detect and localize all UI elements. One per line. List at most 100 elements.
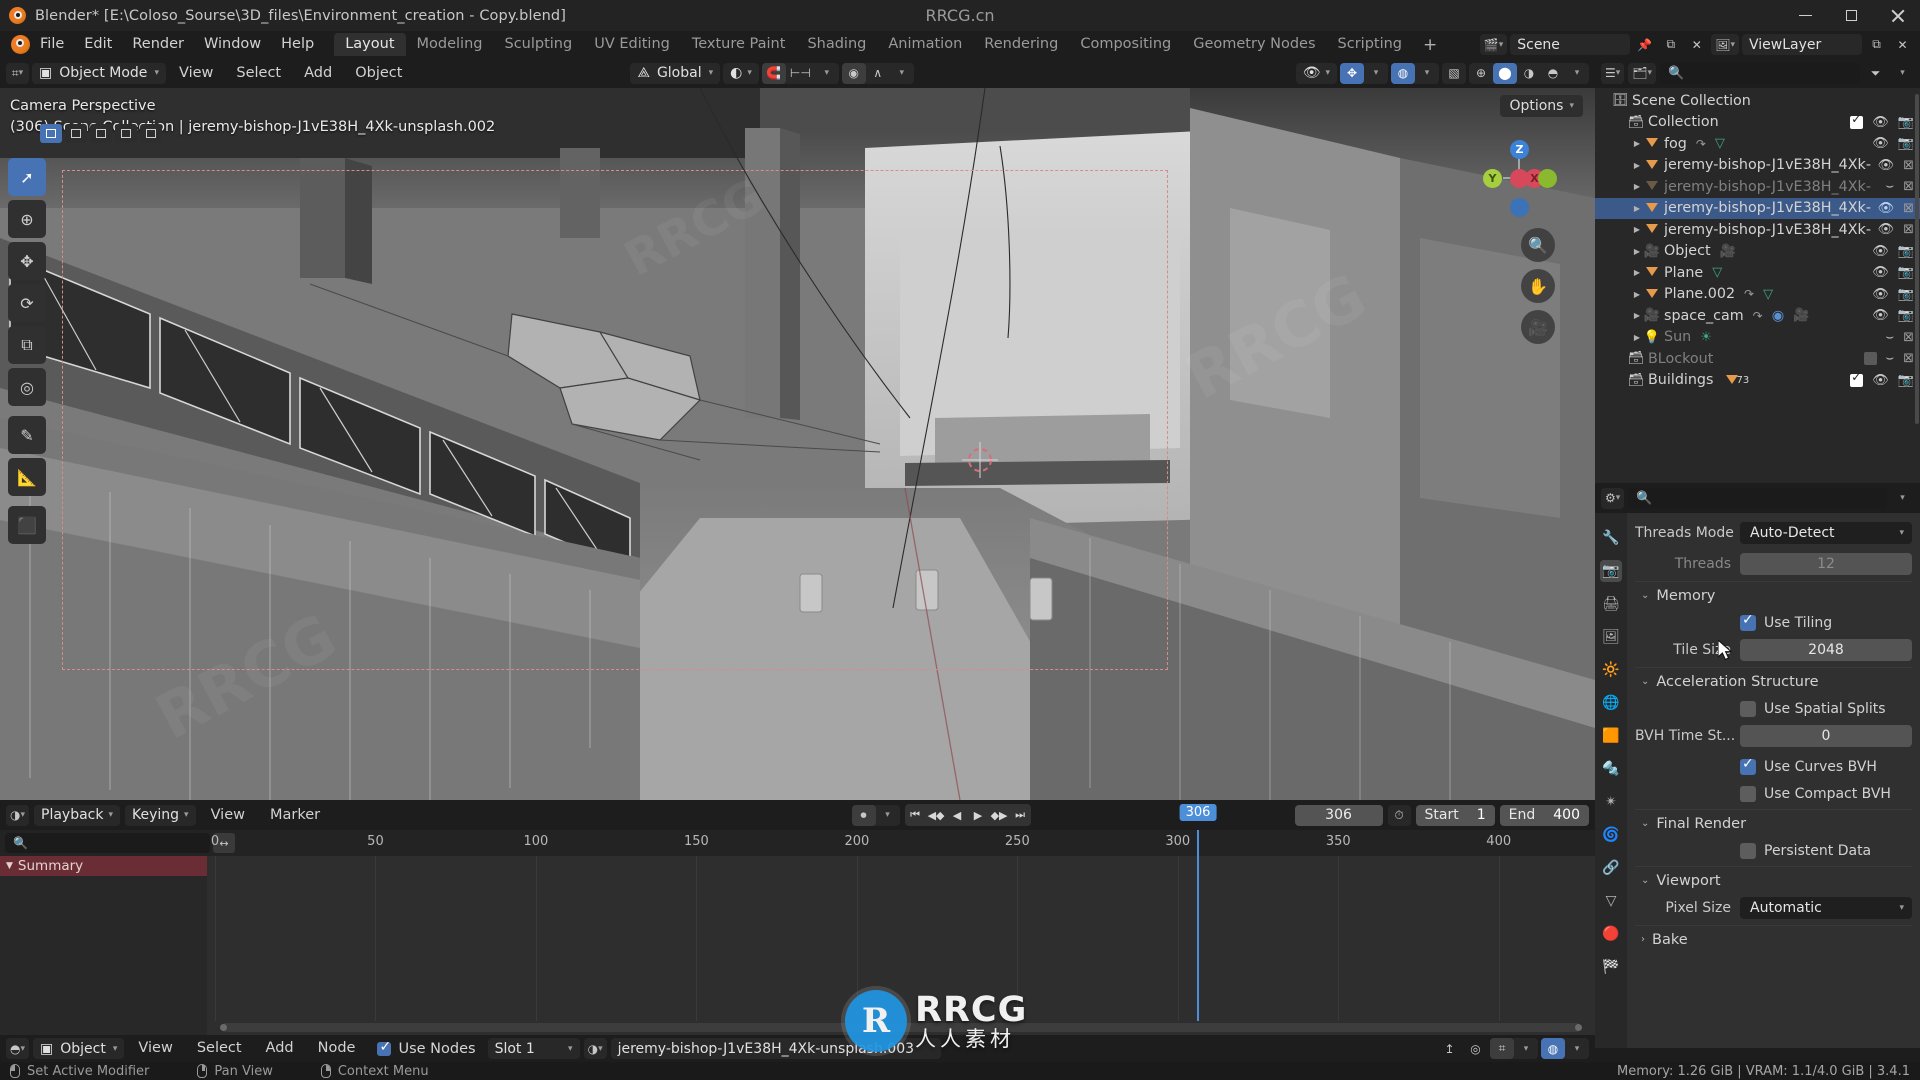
timeline-ruler[interactable]: 0 50 100 150 200 250 300 350 400: [211, 830, 1595, 856]
tool-annotate-icon[interactable]: ✎: [8, 416, 46, 454]
exclude-collection-checkbox[interactable]: [1850, 370, 1864, 387]
navigation-gizmo[interactable]: Z X Y: [1481, 140, 1557, 217]
show-in-viewport-icon[interactable]: 👁: [1872, 308, 1889, 323]
outliner-row[interactable]: ▶ jeremy-bishop-J1vE38H_4Xk- 👁 ⊠: [1595, 197, 1920, 219]
viewport-menu-select[interactable]: Select: [226, 60, 291, 87]
snap-options-chevron-icon[interactable]: ▾: [815, 63, 839, 84]
show-in-viewport-icon[interactable]: 👁: [1878, 158, 1895, 173]
show-in-viewport-icon[interactable]: 👁: [1872, 115, 1889, 130]
pin-scene-icon[interactable]: 📌: [1633, 34, 1656, 55]
tab-sculpting[interactable]: Sculpting: [493, 33, 583, 56]
3d-viewport[interactable]: ⌗ ▾ ▣ Object Mode ▾ View Select Add Objec…: [0, 58, 1595, 800]
exclude-collection-checkbox[interactable]: [1863, 352, 1877, 366]
editor-type-icon[interactable]: ⌗ ▾: [6, 62, 29, 84]
menu-help[interactable]: Help: [271, 31, 324, 58]
node-overlays-chevron-icon[interactable]: ▾: [1565, 1038, 1589, 1059]
tool-add-cube-icon[interactable]: ⬛: [8, 506, 46, 544]
select-extra-icon[interactable]: [140, 124, 162, 143]
disclosure-triangle-icon[interactable]: ▶: [1631, 333, 1643, 342]
outliner-row[interactable]: ▶ 💡 Sun ☀ ⌣ ⊠: [1595, 327, 1920, 349]
properties-editor[interactable]: ⚙ ▾ 🔍 ▾ 🔧 📷 🖨 🖼 🔆 🌐 🟧 🔩 ✴ 🌀 🔗 ▽ 🔴 🏁 Thre…: [1595, 483, 1920, 1048]
outliner-row[interactable]: ▶ Plane.002 ↷ ▽ 👁 📷: [1595, 284, 1920, 306]
outliner-row[interactable]: ▶ jeremy-bishop-J1vE38H_4Xk- 👁 ⊠: [1595, 219, 1920, 241]
keying-menu[interactable]: Keying ▾: [125, 804, 196, 826]
properties-editor-type-icon[interactable]: ⚙ ▾: [1601, 487, 1625, 509]
outliner-row[interactable]: ▶ 🎥 space_cam ↷ ◉ 🎥 👁 📷: [1595, 305, 1920, 327]
playback-menu[interactable]: Playback ▾: [34, 804, 121, 826]
ptab-tool-icon[interactable]: 🔧: [1600, 527, 1622, 549]
timeline-editor-type-icon[interactable]: ◑ ▾: [6, 804, 30, 826]
disable-in-renders-icon[interactable]: ⊠: [1903, 201, 1914, 216]
disable-in-renders-icon[interactable]: ⊠: [1903, 330, 1914, 345]
outliner-row[interactable]: ▶ fog ↷ ▽ 👁 📷: [1595, 133, 1920, 155]
solid-shading-icon[interactable]: ⬤: [1493, 62, 1517, 84]
outliner-editor-type-icon[interactable]: ☰ ▾: [1601, 62, 1625, 84]
show-in-viewport-icon[interactable]: 👁: [1872, 265, 1889, 280]
scene-name-field[interactable]: Scene: [1510, 34, 1631, 55]
disclosure-triangle-icon[interactable]: ▶: [1631, 139, 1643, 148]
timeline-editor[interactable]: ◑ ▾ Playback ▾ Keying ▾ View Marker ⏺ ▾ ⏮ ◀…: [0, 800, 1595, 1035]
new-scene-icon[interactable]: ⧉: [1659, 34, 1682, 55]
use-preview-range-icon[interactable]: ⏱: [1387, 804, 1411, 826]
disclosure-triangle-icon[interactable]: ▶: [1631, 290, 1643, 299]
viewport-menu-view[interactable]: View: [169, 60, 223, 87]
close-button[interactable]: [1874, 0, 1920, 31]
pan-hand-icon[interactable]: ✋: [1521, 269, 1555, 303]
tab-shading[interactable]: Shading: [796, 33, 877, 56]
ptab-texture-icon[interactable]: 🏁: [1600, 956, 1622, 978]
ptab-modifier-icon[interactable]: 🔩: [1600, 758, 1622, 780]
tool-move-icon[interactable]: ✥: [8, 242, 46, 280]
tab-geometry-nodes[interactable]: Geometry Nodes: [1182, 33, 1326, 56]
timeline-channel-list[interactable]: ▼ Summary: [0, 856, 207, 1035]
pivot-point-selector[interactable]: ◐ ▾: [723, 62, 759, 84]
show-in-renders-icon[interactable]: 📷: [1898, 265, 1914, 280]
outliner-tree[interactable]: 🗄Scene Collection🗃Collection👁📷▶fog↷▽👁📷▶j…: [1595, 88, 1920, 483]
viewport-options-button[interactable]: Options ▾: [1500, 95, 1583, 117]
ptab-world-icon[interactable]: 🌐: [1600, 692, 1622, 714]
outliner-row[interactable]: ▶ 🎥 Object 🎥 👁 📷: [1595, 241, 1920, 263]
show-in-renders-icon[interactable]: 📷: [1898, 373, 1914, 388]
timeline-playhead[interactable]: 306: [1179, 804, 1217, 1021]
visibility-selector[interactable]: 👁 ▾: [1295, 62, 1337, 84]
use-spatial-splits-checkbox[interactable]: [1740, 700, 1756, 717]
section-final-render[interactable]: ⌄ Final Render: [1635, 809, 1912, 837]
tool-tweak-icon[interactable]: ➚: [8, 158, 46, 196]
show-in-viewport-icon[interactable]: 👁: [1872, 136, 1889, 151]
shader-menu-node[interactable]: Node: [308, 1035, 366, 1062]
show-in-renders-icon[interactable]: 📷: [1898, 136, 1914, 151]
threads-value-field[interactable]: 12: [1740, 552, 1912, 575]
show-in-renders-icon[interactable]: 📷: [1898, 308, 1914, 323]
outliner-row[interactable]: 🗃Collection👁📷: [1595, 112, 1920, 134]
outliner-display-mode-icon[interactable]: 🗂 ▾: [1628, 62, 1657, 84]
section-memory[interactable]: ⌄ Memory: [1635, 581, 1912, 609]
gizmo-chevron-icon[interactable]: ▾: [1364, 63, 1388, 84]
show-in-renders-icon[interactable]: 📷: [1898, 287, 1914, 302]
delete-scene-icon[interactable]: ✕: [1685, 34, 1708, 55]
shader-menu-add[interactable]: Add: [256, 1035, 304, 1062]
bvh-time-steps-field[interactable]: 0: [1740, 724, 1912, 747]
viewlayer-name-field[interactable]: ViewLayer: [1742, 34, 1862, 55]
material-name-field[interactable]: jeremy-bishop-J1vE38H_4Xk-unsplash.003: [610, 1038, 941, 1059]
outliner-filter-chevron-icon[interactable]: ▾: [1891, 63, 1914, 84]
frame-start-field[interactable]: Start 1: [1415, 804, 1495, 826]
ptab-data-icon[interactable]: ▽: [1600, 890, 1622, 912]
viewport-menu-add[interactable]: Add: [294, 60, 342, 87]
show-in-viewport-icon[interactable]: 👁: [1872, 287, 1889, 302]
outliner-row[interactable]: ▶ jeremy-bishop-J1vE38H_4Xk- 👁 ⊠: [1595, 155, 1920, 177]
outliner-scrollbar[interactable]: [1915, 94, 1919, 424]
snap-to-increment-icon[interactable]: ⊢⊣: [786, 63, 815, 84]
tab-rendering[interactable]: Rendering: [973, 33, 1069, 56]
gizmo-axis-y[interactable]: Y: [1483, 169, 1502, 188]
tool-scale-icon[interactable]: ⧉: [8, 326, 46, 364]
shader-editor-type-icon[interactable]: ◓ ▾: [6, 1038, 30, 1059]
outliner-row[interactable]: 🗃Buildings73👁📷: [1595, 370, 1920, 392]
use-tiling-checkbox[interactable]: [1740, 612, 1756, 631]
properties-search-input[interactable]: 🔍: [1628, 487, 1887, 509]
properties-content[interactable]: Threads Mode Auto-Detect ▾ Threads 12 ⌄ …: [1627, 513, 1920, 1048]
select-box-icon[interactable]: [40, 124, 62, 143]
properties-options-chevron-icon[interactable]: ▾: [1891, 488, 1914, 509]
falloff-chevron-icon[interactable]: ▾: [890, 63, 914, 84]
viewport-menu-object[interactable]: Object: [345, 60, 412, 87]
section-viewport[interactable]: ⌄ Viewport: [1635, 866, 1912, 894]
tab-compositing[interactable]: Compositing: [1069, 33, 1182, 56]
